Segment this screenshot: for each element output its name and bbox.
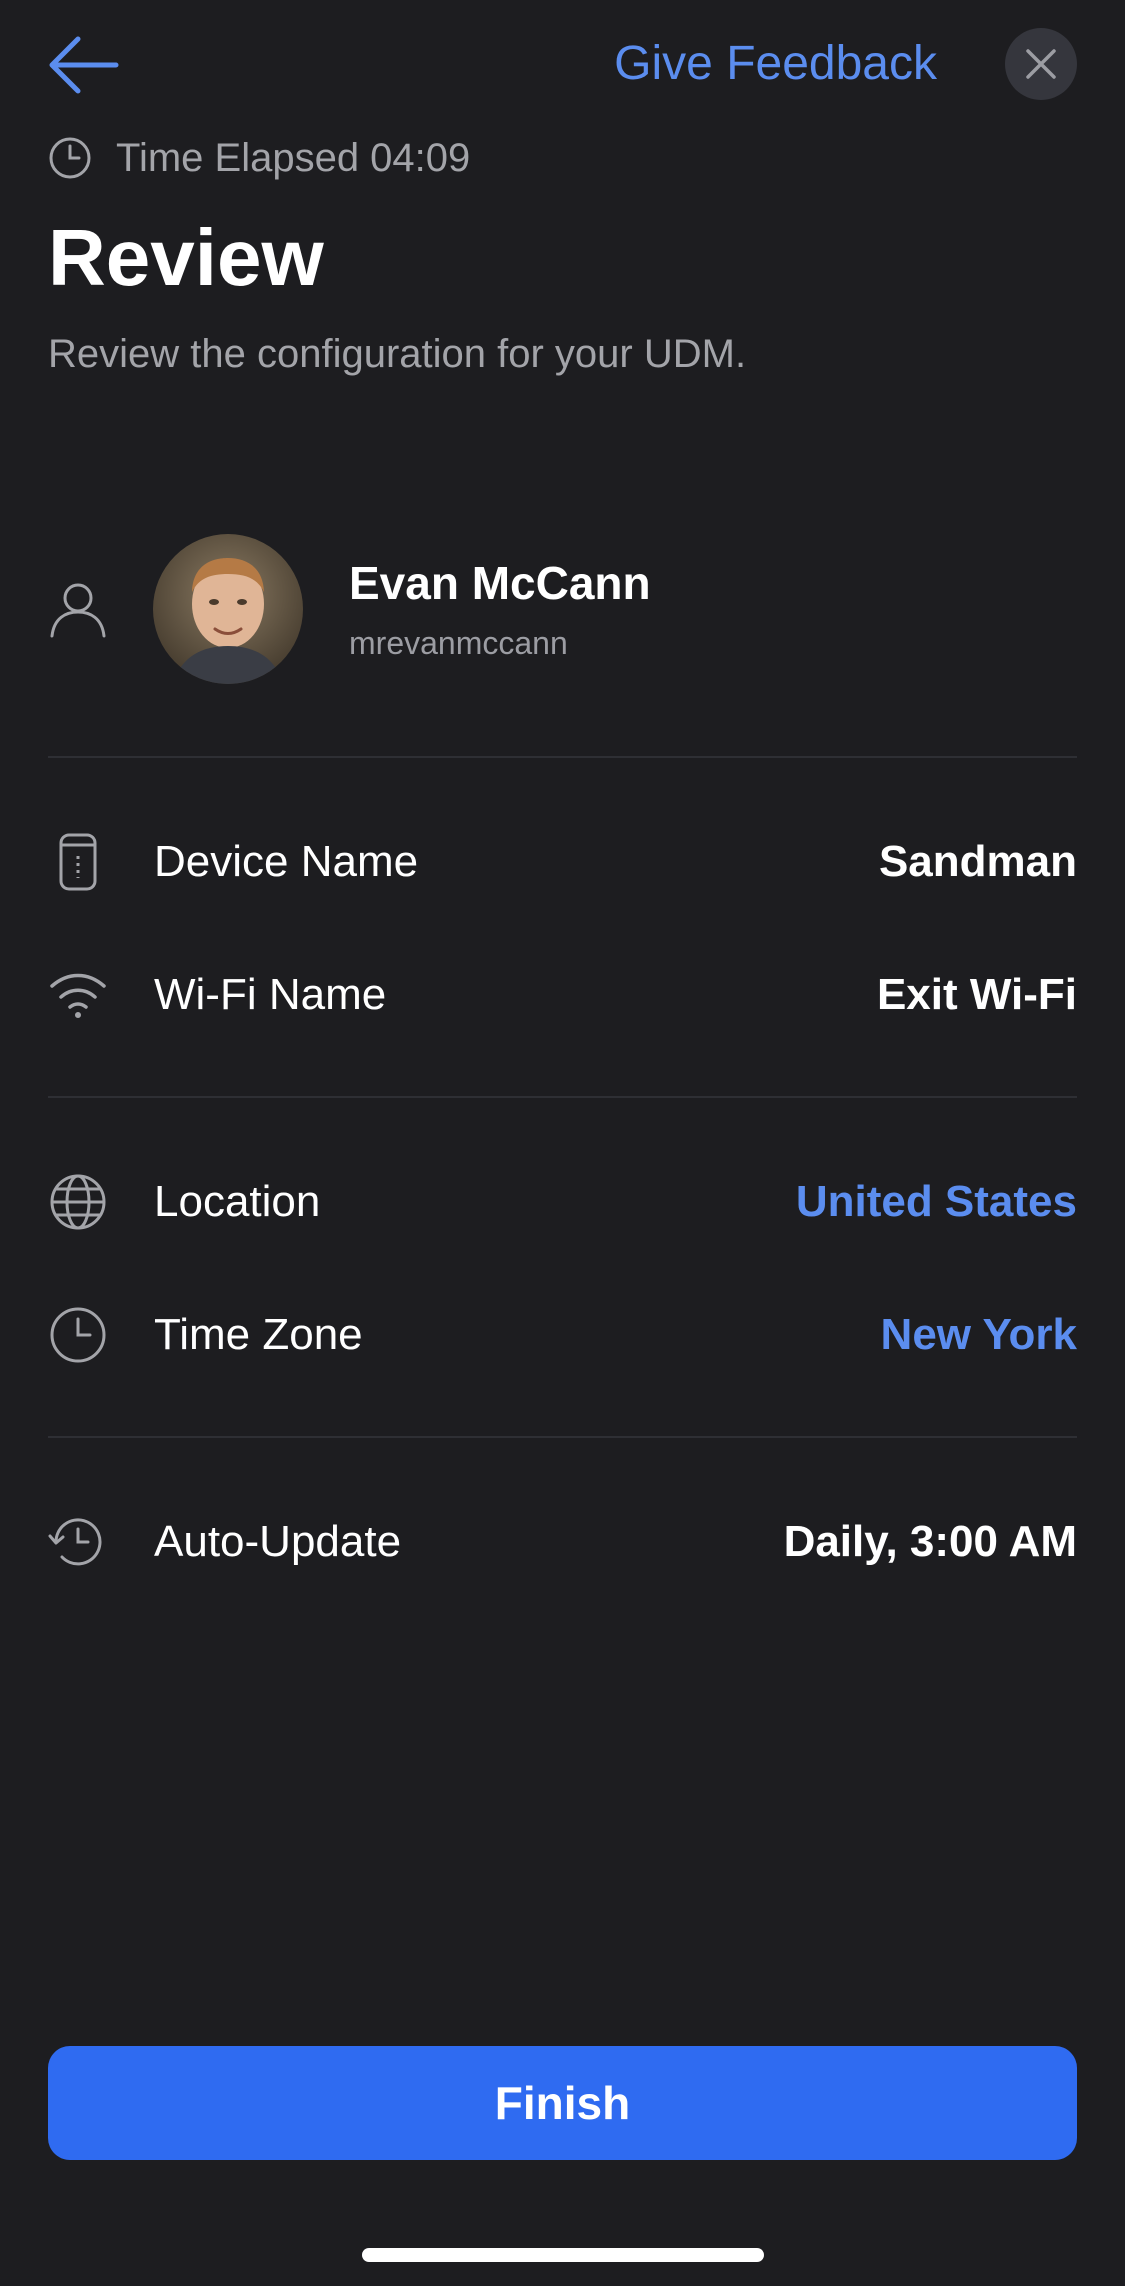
back-button[interactable] <box>44 30 124 100</box>
auto-update-value: Daily, 3:00 AM <box>783 1517 1077 1566</box>
device-icon <box>48 832 108 892</box>
globe-icon <box>48 1172 108 1232</box>
finish-button-label: Finish <box>494 2077 631 2129</box>
home-indicator[interactable] <box>362 2248 764 2262</box>
user-person-icon-wrap <box>48 578 108 643</box>
close-button[interactable] <box>1005 28 1077 100</box>
divider <box>48 1096 1077 1098</box>
device-name-value: Sandman <box>878 837 1077 886</box>
divider <box>48 756 1077 758</box>
give-feedback-button[interactable]: Give Feedback <box>614 36 937 91</box>
location-value[interactable]: United States <box>796 1177 1077 1227</box>
avatar <box>153 534 303 684</box>
person-icon <box>50 583 106 638</box>
wifi-name-value: Exit Wi-Fi <box>876 970 1077 1019</box>
clock-icon <box>49 137 91 179</box>
auto-update-row: Auto-Update Daily, 3:00 AM <box>48 1512 1077 1572</box>
page-subtitle: Review the configuration for your UDM. <box>48 332 747 376</box>
wifi-icon <box>48 965 108 1025</box>
time-zone-value[interactable]: New York <box>881 1310 1077 1360</box>
page-title: Review <box>48 213 324 302</box>
time-zone-row[interactable]: Time Zone New York <box>48 1305 1077 1365</box>
location-row[interactable]: Location United States <box>48 1172 1077 1232</box>
device-name-label: Device Name <box>154 837 419 886</box>
user-name: Evan McCann <box>349 557 651 609</box>
close-icon <box>1026 49 1056 79</box>
location-label: Location <box>154 1177 321 1226</box>
time-elapsed: Time Elapsed 04:09 <box>48 136 470 180</box>
time-elapsed-text: Time Elapsed 04:09 <box>116 135 471 180</box>
auto-update-icon <box>48 1512 108 1572</box>
device-name-row: Device Name Sandman <box>48 832 1077 892</box>
finish-button[interactable]: Finish <box>48 2046 1077 2160</box>
divider <box>48 1436 1077 1438</box>
wifi-name-label: Wi-Fi Name <box>154 970 387 1019</box>
time-zone-label: Time Zone <box>154 1310 363 1359</box>
clock-icon <box>48 1305 108 1365</box>
wifi-name-row: Wi-Fi Name Exit Wi-Fi <box>48 965 1077 1025</box>
user-handle: mrevanmccann <box>349 625 568 661</box>
auto-update-label: Auto-Update <box>154 1517 402 1566</box>
arrow-left-icon <box>49 36 119 94</box>
